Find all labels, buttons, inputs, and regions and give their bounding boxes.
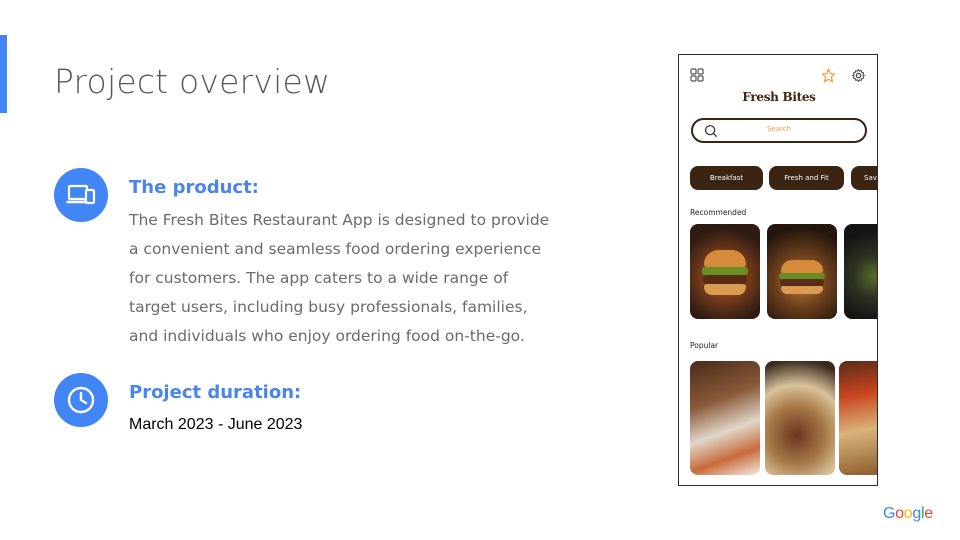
app-brand: Fresh Bites (742, 90, 816, 104)
google-logo: Google (883, 505, 933, 523)
chip-savory[interactable]: Sav (851, 166, 877, 190)
logo-letter: g (912, 505, 921, 522)
accent-bar (0, 35, 7, 113)
devices-icon (54, 168, 108, 222)
duration-heading: Project duration: (129, 382, 302, 403)
phone-mockup: Fresh Bites Search Breakfast Fresh and F… (678, 54, 878, 486)
popular-card[interactable] (690, 361, 760, 475)
recommended-card[interactable] (690, 224, 760, 319)
recommended-card[interactable] (844, 224, 877, 319)
recommended-label: Recommended (690, 208, 747, 217)
duration-dates: March 2023 - June 2023 (129, 416, 303, 433)
search-input[interactable]: Search (691, 118, 867, 143)
clock-icon (54, 373, 108, 427)
chip-fresh-and-fit[interactable]: Fresh and Fit (769, 166, 844, 190)
product-description: The Fresh Bites Restaurant App is design… (129, 211, 550, 345)
category-chips: Breakfast Fresh and Fit Sav (690, 166, 877, 190)
gear-icon[interactable] (850, 67, 866, 83)
grid-icon[interactable] (689, 67, 705, 83)
chip-breakfast[interactable]: Breakfast (690, 166, 763, 190)
slide-title: Project overview (54, 62, 331, 101)
logo-letter: G (883, 505, 896, 522)
logo-letter: e (924, 505, 933, 522)
popular-card[interactable] (839, 361, 877, 475)
popular-label: Popular (690, 341, 719, 350)
logo-letter: o (895, 505, 904, 522)
product-heading: The product: (129, 177, 259, 198)
search-placeholder: Search (766, 125, 792, 133)
recommended-card[interactable] (767, 224, 837, 319)
popular-card[interactable] (765, 361, 835, 475)
star-icon[interactable] (820, 67, 836, 83)
